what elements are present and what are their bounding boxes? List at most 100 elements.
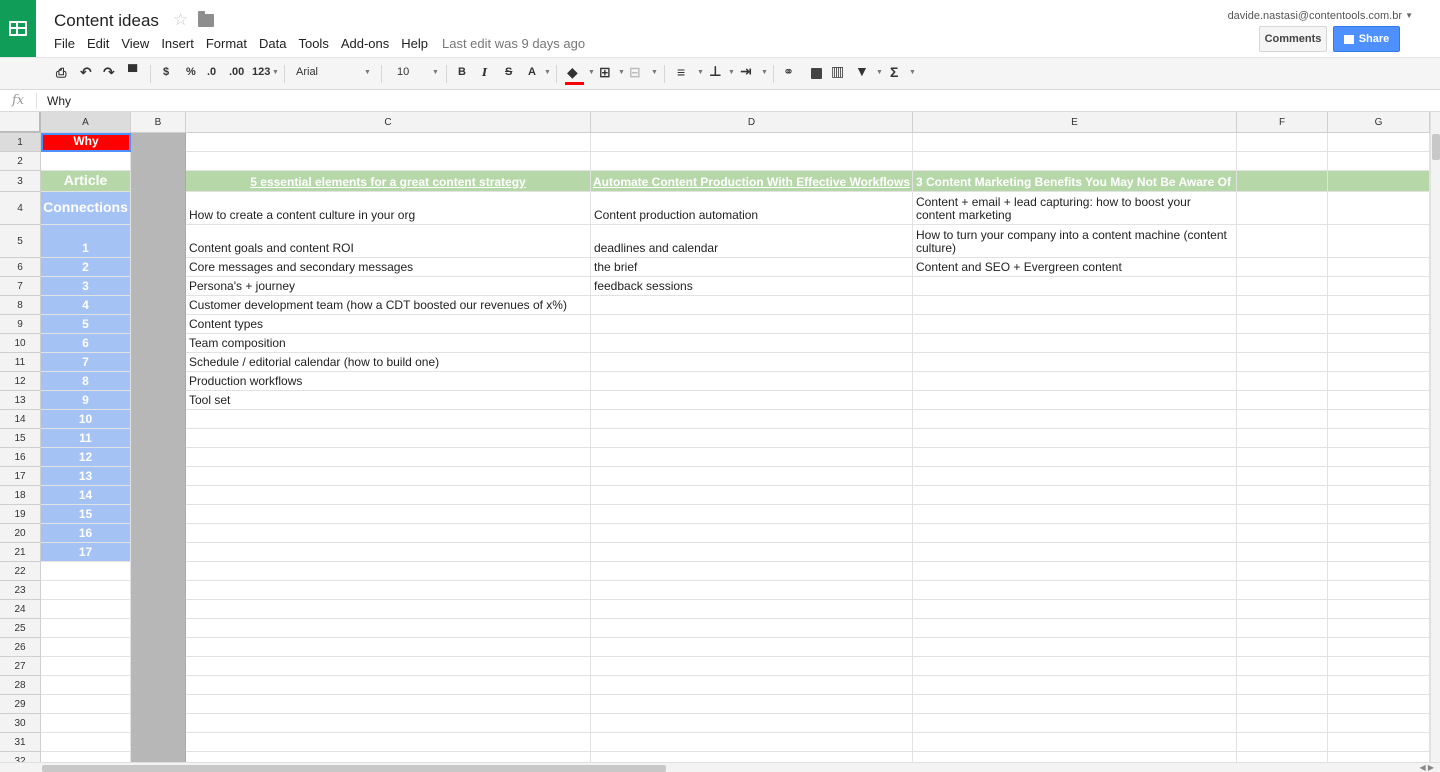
cell-g7[interactable] <box>1328 277 1430 296</box>
cell-e25[interactable] <box>913 619 1237 638</box>
row-header-24[interactable]: 24 <box>0 600 41 619</box>
cell-d9[interactable] <box>591 315 913 334</box>
cell-g31[interactable] <box>1328 733 1430 752</box>
cell-e9[interactable] <box>913 315 1237 334</box>
cell-b10[interactable] <box>131 334 186 353</box>
row-header-16[interactable]: 16 <box>0 448 41 467</box>
horizontal-align-icon[interactable]: ≡ <box>677 64 685 80</box>
chevron-down-icon[interactable]: ▼ <box>618 69 625 76</box>
cell-b22[interactable] <box>131 562 186 581</box>
cell-e14[interactable] <box>913 410 1237 429</box>
comments-button[interactable]: Comments <box>1259 26 1327 52</box>
column-header-g[interactable]: G <box>1328 112 1430 133</box>
cell-b26[interactable] <box>131 638 186 657</box>
cell-b21[interactable] <box>131 543 186 562</box>
cell-d3[interactable]: Automate Content Production With Effecti… <box>591 171 913 192</box>
cell-c2[interactable] <box>186 152 591 171</box>
cell-b7[interactable] <box>131 277 186 296</box>
cell-g28[interactable] <box>1328 676 1430 695</box>
cell-g6[interactable] <box>1328 258 1430 277</box>
cell-b29[interactable] <box>131 695 186 714</box>
cell-e15[interactable] <box>913 429 1237 448</box>
cell-f13[interactable] <box>1237 391 1328 410</box>
print-icon[interactable]: ⎙ <box>56 65 66 81</box>
cell-g3[interactable] <box>1328 171 1430 192</box>
cell-f17[interactable] <box>1237 467 1328 486</box>
borders-icon[interactable]: ⊞ <box>599 64 611 81</box>
cell-d18[interactable] <box>591 486 913 505</box>
cell-c13[interactable]: Tool set <box>186 391 591 410</box>
cell-f11[interactable] <box>1237 353 1328 372</box>
chevron-down-icon[interactable]: ▼ <box>544 69 551 76</box>
chevron-down-icon[interactable]: ▼ <box>728 69 735 76</box>
row-header-3[interactable]: 3 <box>0 171 41 192</box>
cell-d31[interactable] <box>591 733 913 752</box>
cell-g15[interactable] <box>1328 429 1430 448</box>
cell-d23[interactable] <box>591 581 913 600</box>
cell-f1[interactable] <box>1237 133 1328 152</box>
cell-a24[interactable] <box>41 600 131 619</box>
cell-e11[interactable] <box>913 353 1237 372</box>
cell-c25[interactable] <box>186 619 591 638</box>
cell-a20[interactable]: 16 <box>41 524 131 543</box>
currency-format-button[interactable]: $ <box>163 66 169 78</box>
scroll-arrows-icon[interactable]: ◀ ▶ <box>1419 763 1434 772</box>
cell-d1[interactable] <box>591 133 913 152</box>
cell-e30[interactable] <box>913 714 1237 733</box>
row-header-30[interactable]: 30 <box>0 714 41 733</box>
cell-b11[interactable] <box>131 353 186 372</box>
row-header-31[interactable]: 31 <box>0 733 41 752</box>
row-header-7[interactable]: 7 <box>0 277 41 296</box>
cell-f7[interactable] <box>1237 277 1328 296</box>
strikethrough-button[interactable]: S <box>505 66 512 78</box>
cell-e26[interactable] <box>913 638 1237 657</box>
undo-icon[interactable]: ↶ <box>80 64 92 81</box>
cell-g11[interactable] <box>1328 353 1430 372</box>
cell-c7[interactable]: Persona's + journey <box>186 277 591 296</box>
chevron-down-icon[interactable]: ▼ <box>909 69 916 76</box>
cell-a10[interactable]: 6 <box>41 334 131 353</box>
cell-e4[interactable]: Content + email + lead capturing: how to… <box>913 192 1237 225</box>
cell-b2[interactable] <box>131 152 186 171</box>
menu-insert[interactable]: Insert <box>161 36 194 51</box>
cell-f29[interactable] <box>1237 695 1328 714</box>
cell-f22[interactable] <box>1237 562 1328 581</box>
cell-a16[interactable]: 12 <box>41 448 131 467</box>
menu-data[interactable]: Data <box>259 36 286 51</box>
increase-decimals-button[interactable]: .00 <box>229 66 244 78</box>
cell-b17[interactable] <box>131 467 186 486</box>
column-header-a[interactable]: A <box>41 112 131 133</box>
cell-f8[interactable] <box>1237 296 1328 315</box>
cell-g9[interactable] <box>1328 315 1430 334</box>
cell-d32[interactable] <box>591 752 913 762</box>
cell-c12[interactable]: Production workflows <box>186 372 591 391</box>
cell-f9[interactable] <box>1237 315 1328 334</box>
cell-c18[interactable] <box>186 486 591 505</box>
cell-a31[interactable] <box>41 733 131 752</box>
cell-a19[interactable]: 15 <box>41 505 131 524</box>
cell-g18[interactable] <box>1328 486 1430 505</box>
cell-a12[interactable]: 8 <box>41 372 131 391</box>
row-header-19[interactable]: 19 <box>0 505 41 524</box>
row-header-32[interactable]: 32 <box>0 752 41 762</box>
cell-f3[interactable] <box>1237 171 1328 192</box>
cell-a7[interactable]: 3 <box>41 277 131 296</box>
cell-c27[interactable] <box>186 657 591 676</box>
cell-a22[interactable] <box>41 562 131 581</box>
cell-c24[interactable] <box>186 600 591 619</box>
row-header-22[interactable]: 22 <box>0 562 41 581</box>
cell-c21[interactable] <box>186 543 591 562</box>
functions-button[interactable]: Σ <box>890 64 898 80</box>
cell-a25[interactable] <box>41 619 131 638</box>
text-color-button[interactable]: A <box>528 66 536 78</box>
row-header-9[interactable]: 9 <box>0 315 41 334</box>
cell-d29[interactable] <box>591 695 913 714</box>
column-header-f[interactable]: F <box>1237 112 1328 133</box>
sheets-logo-icon[interactable] <box>0 0 36 57</box>
cell-c10[interactable]: Team composition <box>186 334 591 353</box>
column-header-c[interactable]: C <box>186 112 591 133</box>
cell-f31[interactable] <box>1237 733 1328 752</box>
row-header-20[interactable]: 20 <box>0 524 41 543</box>
insert-chart-icon[interactable]: ▥ <box>831 63 844 80</box>
cell-a2[interactable] <box>41 152 131 171</box>
